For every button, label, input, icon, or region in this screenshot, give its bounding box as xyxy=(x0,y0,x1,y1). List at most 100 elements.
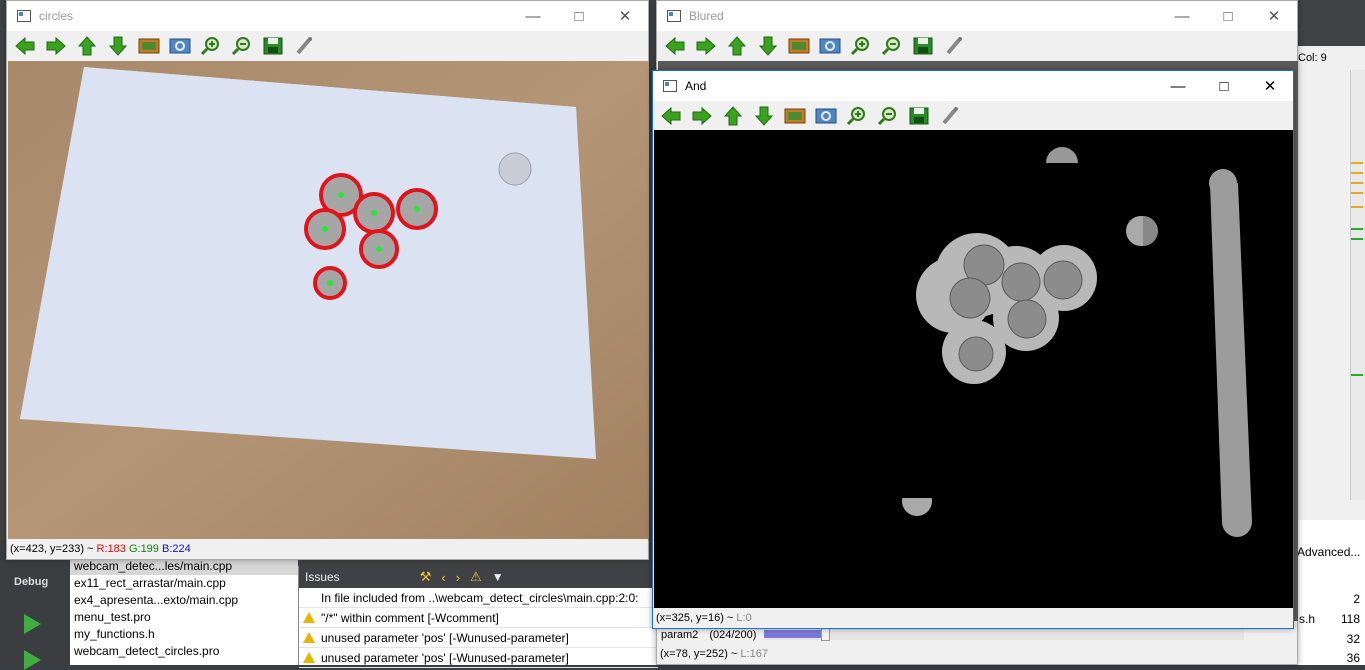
image-icon[interactable] xyxy=(781,104,808,128)
arrow-down-icon[interactable] xyxy=(754,34,781,58)
and-window[interactable]: And — □ ✕ (x=325, y=16) ~ L:0 xyxy=(652,70,1294,629)
scroll-marker xyxy=(1351,182,1363,184)
debug-mode-label[interactable]: Debug xyxy=(14,576,48,588)
status-l: L:167 xyxy=(740,648,768,660)
debug-run-icon[interactable] xyxy=(24,650,41,670)
zoom-out-icon[interactable] xyxy=(228,34,255,58)
title-bar[interactable]: Blured — □ ✕ xyxy=(657,1,1297,31)
zoom-fit-icon[interactable] xyxy=(816,34,843,58)
file-item[interactable]: ex11_rect_arrastar/main.cpp xyxy=(70,575,298,592)
close-button[interactable]: ✕ xyxy=(602,1,648,31)
line-count: 2 xyxy=(1353,592,1360,606)
status-coords: (x=325, y=16) ~ xyxy=(656,612,737,624)
advanced-button[interactable]: Advanced... xyxy=(1297,545,1360,559)
arrow-left-icon[interactable] xyxy=(657,104,684,128)
arrow-left-icon[interactable] xyxy=(11,34,38,58)
arrow-down-icon[interactable] xyxy=(104,34,131,58)
zoom-in-icon[interactable] xyxy=(197,34,224,58)
warning-icon xyxy=(303,612,315,623)
arrow-up-icon[interactable] xyxy=(719,104,746,128)
warning-filter-icon[interactable]: ⚠ xyxy=(470,569,482,585)
next-icon[interactable]: › xyxy=(456,570,460,585)
properties-icon[interactable] xyxy=(290,34,317,58)
zoom-in-icon[interactable] xyxy=(843,104,870,128)
title-bar[interactable]: And — □ ✕ xyxy=(653,71,1293,101)
status-coords: (x=423, y=233) ~ xyxy=(10,543,97,555)
scroll-marker xyxy=(1351,374,1363,376)
zoom-fit-icon[interactable] xyxy=(812,104,839,128)
circle-center xyxy=(414,206,420,212)
status-bar: (x=325, y=16) ~ L:0 xyxy=(653,608,1293,628)
window-icon xyxy=(667,10,681,22)
slider-thumb[interactable] xyxy=(821,627,831,641)
file-item[interactable]: my_functions.h xyxy=(70,626,298,643)
circle-center xyxy=(371,210,377,216)
file-item[interactable]: menu_test.pro xyxy=(70,609,298,626)
file-item[interactable]: ex4_apresenta...exto/main.cpp xyxy=(70,592,298,609)
previous-icon[interactable]: ‹ xyxy=(441,570,445,585)
issue-text: "/*" within comment [-Wcomment] xyxy=(321,611,499,625)
image-icon[interactable] xyxy=(135,34,162,58)
issue-row[interactable]: In file included from ..\webcam_detect_c… xyxy=(299,588,658,608)
zoom-in-icon[interactable] xyxy=(847,34,874,58)
scroll-marker xyxy=(1351,238,1363,240)
scroll-marker xyxy=(1351,228,1363,230)
status-l: L:0 xyxy=(736,612,752,624)
issues-panel: Issues ⚒ ‹ › ⚠ ▼ In file included from .… xyxy=(298,566,658,668)
circle-center xyxy=(338,192,344,198)
toolbar xyxy=(653,101,1293,131)
arrow-up-icon[interactable] xyxy=(73,34,100,58)
toolbar xyxy=(7,31,648,61)
minimize-button[interactable]: — xyxy=(1155,71,1201,101)
issue-row[interactable]: unused parameter 'pos' [-Wunused-paramet… xyxy=(299,628,658,648)
arrow-right-icon[interactable] xyxy=(688,104,715,128)
file-item[interactable]: webcam_detect_circles.pro xyxy=(70,643,298,660)
issue-text: unused parameter 'pos' [-Wunused-paramet… xyxy=(321,651,569,665)
param-slider[interactable] xyxy=(763,627,1244,641)
title-bar[interactable]: circles — □ ✕ xyxy=(7,1,648,31)
scroll-marker xyxy=(1351,206,1363,208)
close-button[interactable]: ✕ xyxy=(1251,1,1297,31)
status-bar: (x=423, y=233) ~ R:183 G:199 B:224 xyxy=(7,539,648,559)
minimize-button[interactable]: — xyxy=(510,1,556,31)
file-item[interactable]: webcam_detec...les/main.cpp xyxy=(70,558,298,575)
editor-scrollbar[interactable] xyxy=(1350,70,1365,500)
save-icon[interactable] xyxy=(259,34,286,58)
issue-row[interactable]: unused parameter 'pos' [-Wunused-paramet… xyxy=(299,648,658,668)
and-image xyxy=(654,130,1293,610)
image-icon[interactable] xyxy=(785,34,812,58)
arrow-right-icon[interactable] xyxy=(692,34,719,58)
arrow-up-icon[interactable] xyxy=(723,34,750,58)
arrow-right-icon[interactable] xyxy=(42,34,69,58)
slider-fill xyxy=(763,630,822,638)
run-icon[interactable] xyxy=(24,614,41,634)
zoom-out-icon[interactable] xyxy=(874,104,901,128)
maximize-button[interactable]: □ xyxy=(1201,71,1247,101)
window-title: And xyxy=(685,79,707,93)
status-g: G:199 xyxy=(128,543,159,555)
status-bar: (x=78, y=252) ~ L:167 xyxy=(657,644,1297,664)
status-coords: (x=78, y=252) ~ xyxy=(660,648,741,660)
zoom-out-icon[interactable] xyxy=(878,34,905,58)
minimize-button[interactable]: — xyxy=(1159,1,1205,31)
maximize-button[interactable]: □ xyxy=(556,1,602,31)
filter-icon[interactable]: ▼ xyxy=(492,570,504,584)
properties-icon[interactable] xyxy=(940,34,967,58)
param-value: (024/200) xyxy=(709,629,757,641)
save-icon[interactable] xyxy=(909,34,936,58)
zoom-fit-icon[interactable] xyxy=(166,34,193,58)
properties-icon[interactable] xyxy=(936,104,963,128)
arrow-down-icon[interactable] xyxy=(750,104,777,128)
close-button[interactable]: ✕ xyxy=(1247,71,1293,101)
build-icon[interactable]: ⚒ xyxy=(420,569,432,585)
arrow-left-icon[interactable] xyxy=(661,34,688,58)
issue-row[interactable]: "/*" within comment [-Wcomment] xyxy=(299,608,658,628)
file-name-fragment: s.h xyxy=(1299,612,1316,626)
param-label: param2 xyxy=(661,629,699,641)
save-icon[interactable] xyxy=(905,104,932,128)
line-count: 32 xyxy=(1346,632,1360,646)
circles-window[interactable]: circles — □ ✕ (x=423, y=233) ~ R:183 G:1… xyxy=(6,0,649,560)
circle-center xyxy=(322,226,328,232)
scroll-marker xyxy=(1351,192,1363,194)
maximize-button[interactable]: □ xyxy=(1205,1,1251,31)
